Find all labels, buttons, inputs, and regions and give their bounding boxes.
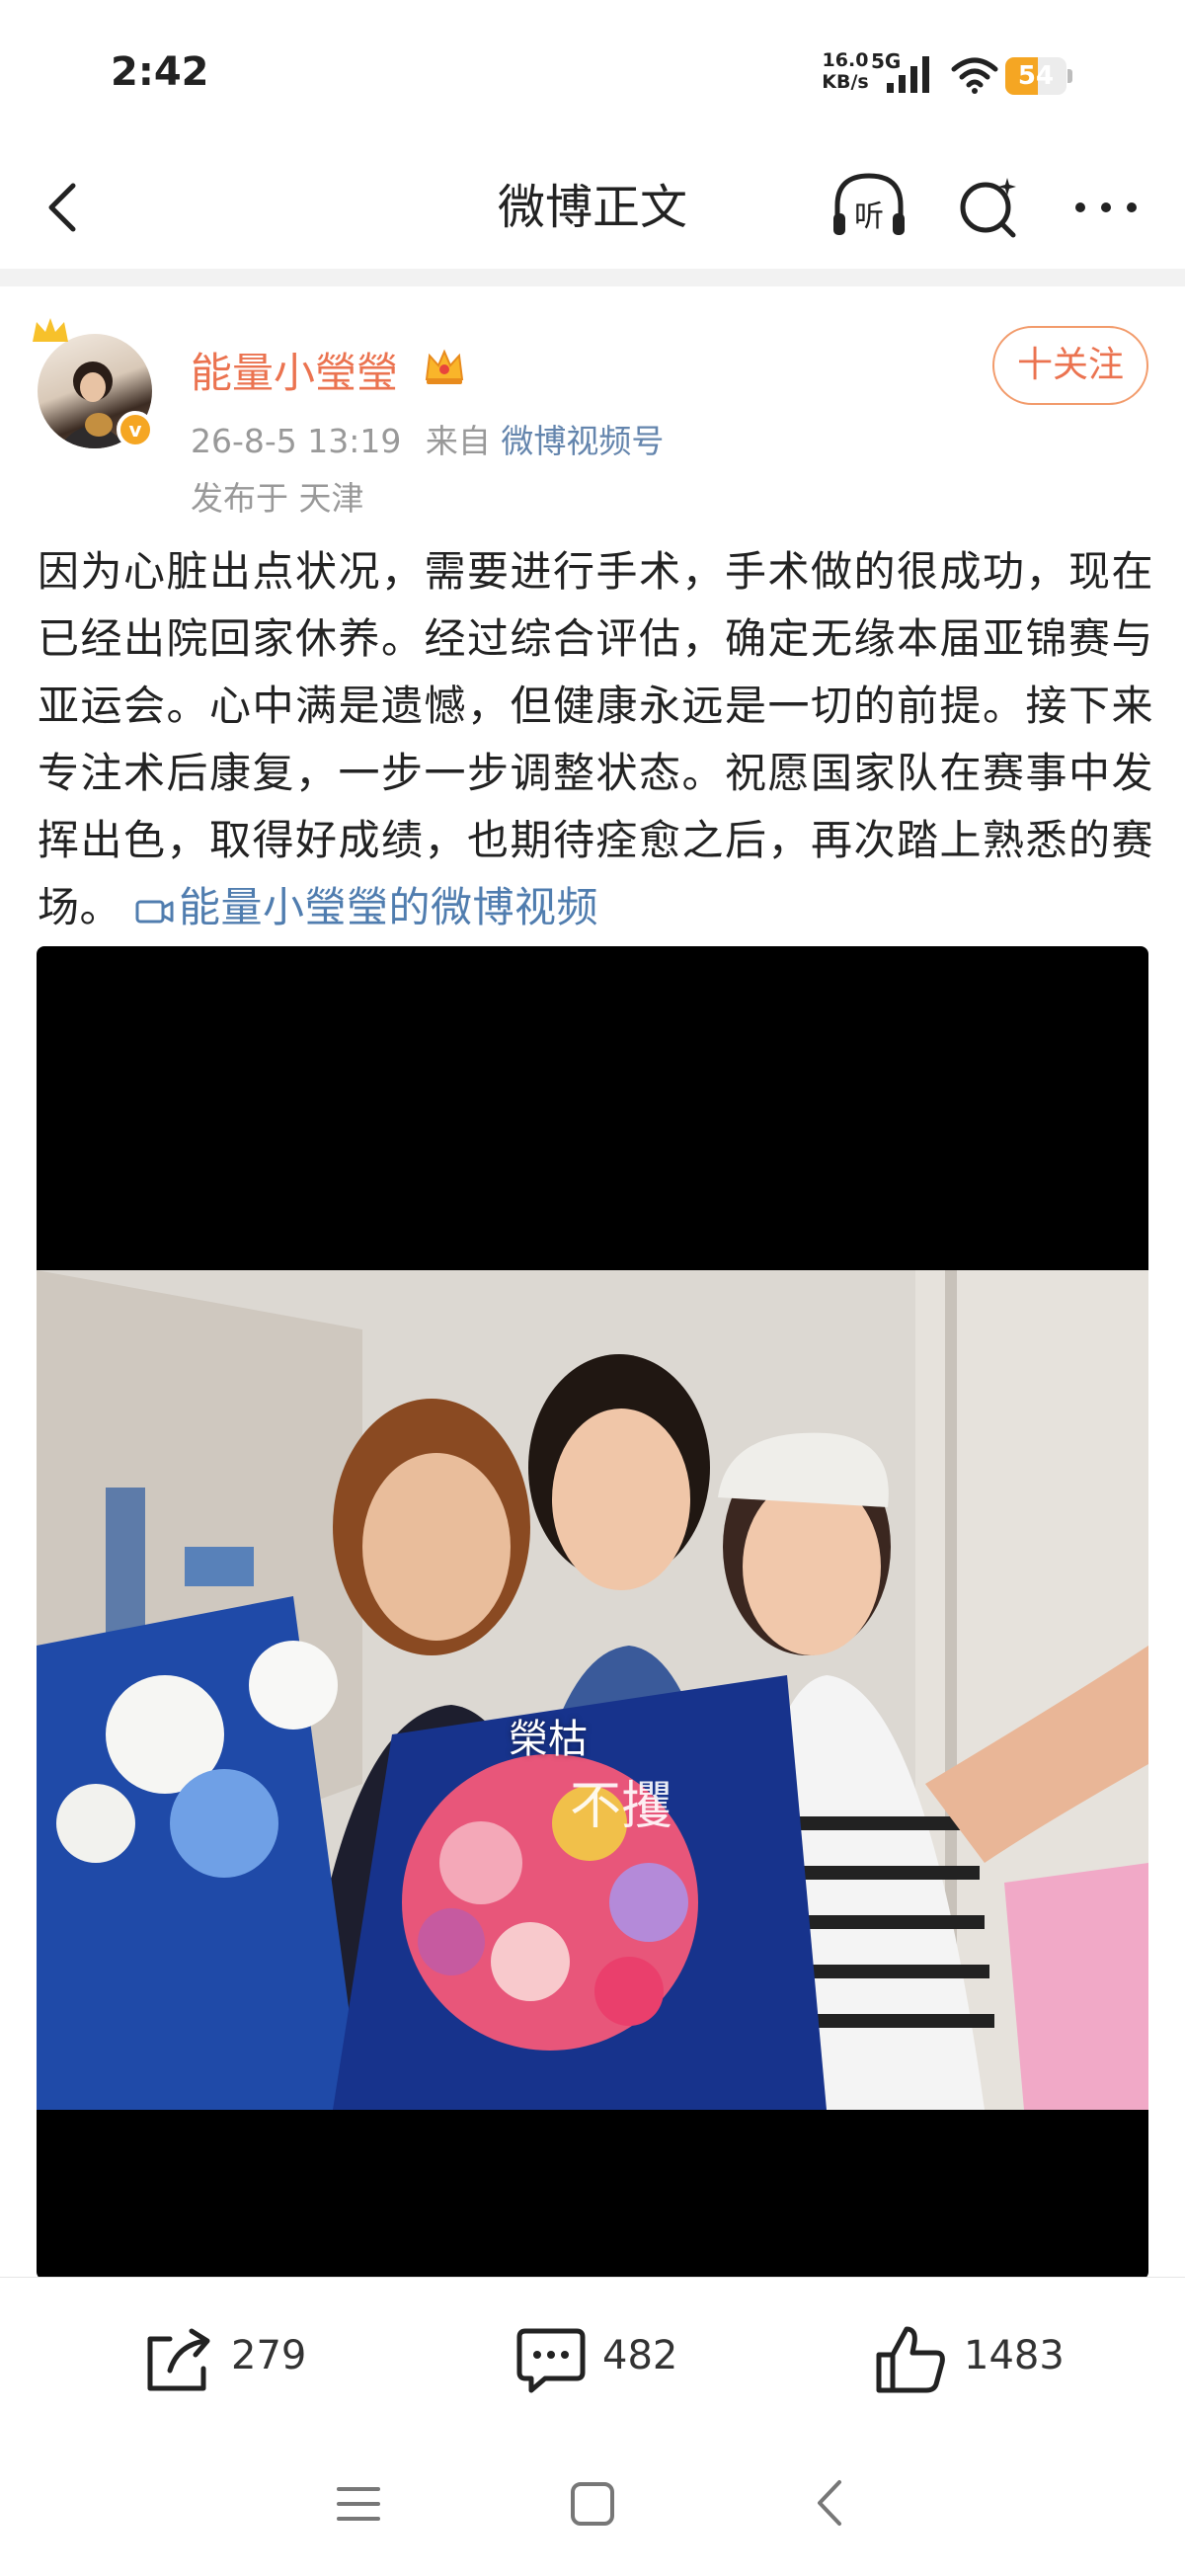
post-meta: 26-8-5 13:19 来自 微博视频号 xyxy=(191,415,664,462)
system-nav-bar xyxy=(0,2425,1185,2576)
listen-button[interactable]: 听 xyxy=(830,170,908,241)
verified-badge: v xyxy=(117,411,154,448)
repost-icon xyxy=(147,2328,210,2391)
status-time: 2:42 xyxy=(111,49,209,95)
back-icon[interactable] xyxy=(36,178,95,237)
post-source[interactable]: 微博视频号 xyxy=(501,422,664,460)
video-camera-icon xyxy=(135,900,174,924)
comment-count: 482 xyxy=(602,2333,678,2378)
location-name: 天津 xyxy=(298,479,364,518)
location-prefix: 发布于 xyxy=(191,479,288,518)
post-text: 因为心脏出点状况，需要进行手术，手术做的很成功，现在已经出院回家休养。经过综合评… xyxy=(38,538,1153,941)
system-back-icon[interactable] xyxy=(812,2478,847,2528)
repost-count: 279 xyxy=(231,2333,307,2378)
more-icon[interactable] xyxy=(1066,178,1146,237)
status-bar: 2:42 16.0 KB/s 5G 54 xyxy=(0,0,1185,148)
battery-icon: 54 xyxy=(1005,57,1074,95)
post-body: 因为心脏出点状况，需要进行手术，手术做的很成功，现在已经出院回家休养。经过综合评… xyxy=(38,547,1153,931)
video-caption-line2: 不攫 xyxy=(570,1777,673,1836)
follow-button[interactable]: 十关注 xyxy=(992,326,1148,405)
home-icon[interactable] xyxy=(569,2480,616,2528)
nav-header: 微博正文 听 xyxy=(0,148,1185,267)
video-link[interactable]: 能量小瑩瑩的微博视频 xyxy=(179,883,598,931)
source-prefix: 来自 xyxy=(425,422,491,460)
post-timestamp: 26-8-5 13:19 xyxy=(191,422,402,460)
action-bar: 279 482 1483 xyxy=(0,2277,1185,2426)
network-speed-value: 16.0 xyxy=(822,49,869,71)
like-count: 1483 xyxy=(964,2333,1065,2378)
thumbs-up-icon xyxy=(876,2326,945,2393)
video-caption-line1: 榮枯 xyxy=(509,1717,588,1762)
network-speed: 16.0 KB/s xyxy=(818,49,873,93)
comment-icon xyxy=(516,2328,586,2393)
network-speed-unit: KB/s xyxy=(822,71,869,93)
crown-icon xyxy=(33,318,68,342)
vip-crown-icon xyxy=(425,349,464,384)
recent-apps-icon[interactable] xyxy=(336,2484,381,2524)
header-divider xyxy=(0,269,1185,286)
video-thumbnail xyxy=(37,1270,1148,2110)
battery-level: 54 xyxy=(1017,61,1055,91)
author-row: v 能量小瑩瑩 26-8-5 13:19 来自 微博视频号 发布于 天津 十关注 xyxy=(0,296,1185,523)
video-player[interactable]: 榮枯 不攫 xyxy=(37,946,1148,2280)
post-location: 发布于 天津 xyxy=(191,472,364,520)
search-icon[interactable] xyxy=(954,172,1023,241)
listen-label: 听 xyxy=(854,200,884,234)
signal-icon xyxy=(887,56,929,93)
author-name[interactable]: 能量小瑩瑩 xyxy=(191,340,398,400)
video-frame: 榮枯 不攫 xyxy=(37,1270,1148,2110)
wifi-icon xyxy=(951,57,998,94)
